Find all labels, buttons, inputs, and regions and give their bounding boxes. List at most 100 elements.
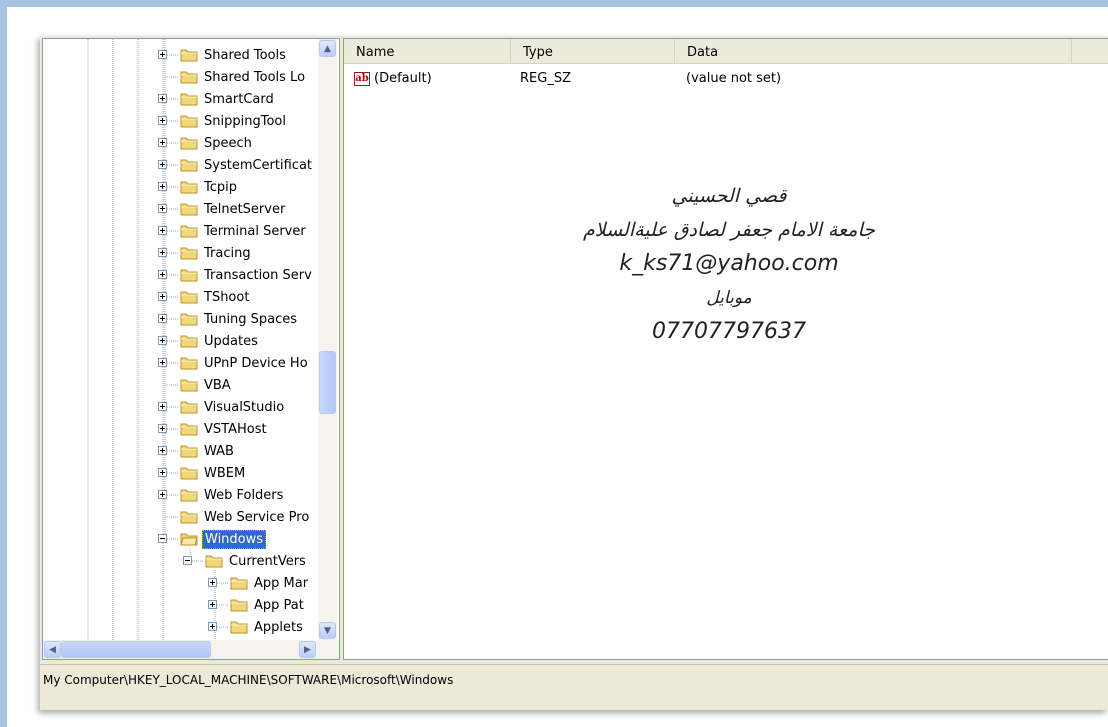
- folder-icon: [230, 599, 248, 612]
- tree-item[interactable]: WBEM: [158, 462, 247, 484]
- expand-icon[interactable]: [158, 446, 167, 455]
- value-name: (Default): [374, 71, 432, 86]
- tree-item[interactable]: Terminal Server: [158, 220, 308, 242]
- tree-item[interactable]: Tuning Spaces: [158, 308, 299, 330]
- tree-item[interactable]: UPnP Device Ho: [158, 352, 310, 374]
- tree-item-label: VSTAHost: [204, 421, 267, 437]
- expand-icon[interactable]: [158, 314, 167, 323]
- folder-icon: [180, 203, 198, 216]
- vertical-scroll-thumb[interactable]: [319, 351, 336, 414]
- expand-icon[interactable]: [158, 248, 167, 257]
- tree-item[interactable]: TelnetServer: [158, 198, 287, 220]
- tree-item-label: VBA: [204, 377, 231, 393]
- university-text: جامعة الامام جعفر لصادق عليةالسلام: [583, 219, 875, 241]
- expand-icon[interactable]: [158, 402, 167, 411]
- tree-item-label: SystemCertificat: [204, 157, 313, 173]
- scroll-down-button[interactable]: ▼: [319, 622, 336, 639]
- registry-values-pane[interactable]: Name Type Data ab (Default) REG_SZ (valu…: [343, 38, 1108, 660]
- registry-editor-window: Shared Tools Shared Tools Lo SmartCard Snip…: [40, 36, 1108, 710]
- collapse-icon[interactable]: [183, 556, 192, 565]
- tree-item[interactable]: TShoot: [158, 286, 251, 308]
- folder-icon: [180, 357, 198, 370]
- folder-icon: [180, 181, 198, 194]
- expand-icon[interactable]: [208, 600, 217, 609]
- tree-item[interactable]: Shared Tools Lo: [180, 66, 307, 88]
- expand-icon[interactable]: [158, 226, 167, 235]
- expand-icon[interactable]: [158, 160, 167, 169]
- tree-item[interactable]: WAB: [158, 440, 236, 462]
- email-text: k_ks71@yahoo.com: [619, 251, 839, 276]
- tree-item-label: WBEM: [204, 465, 246, 481]
- tree-item-label: Updates: [204, 333, 258, 349]
- expand-icon[interactable]: [158, 116, 167, 125]
- folder-icon: [230, 577, 248, 590]
- tree-item[interactable]: Shared Tools: [158, 44, 288, 66]
- column-header-data[interactable]: Data: [675, 39, 1072, 63]
- expand-icon[interactable]: [158, 204, 167, 213]
- expand-icon[interactable]: [158, 490, 167, 499]
- horizontal-scroll-thumb[interactable]: [61, 641, 211, 658]
- tree-item[interactable]: Speech: [158, 132, 254, 154]
- collapse-icon[interactable]: [158, 534, 167, 543]
- tree-vertical-scrollbar[interactable]: ▲ ▼: [318, 39, 337, 640]
- tree-horizontal-scrollbar[interactable]: ◀ ▶: [43, 640, 339, 659]
- tree-item[interactable]: Tracing: [158, 242, 253, 264]
- scroll-right-button[interactable]: ▶: [299, 641, 316, 658]
- mobile-label-text: موبايل: [706, 288, 752, 308]
- column-header-name[interactable]: Name: [344, 39, 511, 63]
- expand-icon[interactable]: [208, 578, 217, 587]
- folder-icon: [180, 115, 198, 128]
- tree-item[interactable]: App Mar: [208, 572, 310, 594]
- tree-item-label: Web Service Pro: [204, 509, 310, 525]
- scroll-up-button[interactable]: ▲: [319, 40, 336, 57]
- expand-icon[interactable]: [208, 622, 217, 631]
- expand-icon[interactable]: [158, 182, 167, 191]
- column-header-bar: Name Type Data: [344, 39, 1108, 64]
- folder-icon: [180, 71, 198, 84]
- expand-icon[interactable]: [158, 424, 167, 433]
- tree-item[interactable]: Transaction Serv: [158, 264, 314, 286]
- tree-item[interactable]: Updates: [158, 330, 260, 352]
- scroll-left-button[interactable]: ◀: [44, 641, 61, 658]
- registry-tree-pane[interactable]: Shared Tools Shared Tools Lo SmartCard Snip…: [42, 38, 340, 660]
- expand-icon[interactable]: [158, 50, 167, 59]
- tree-item[interactable]: Web Folders: [158, 484, 285, 506]
- folder-icon: [180, 445, 198, 458]
- column-header-type[interactable]: Type: [511, 39, 675, 63]
- tree-item[interactable]: VisualStudio: [158, 396, 286, 418]
- expand-icon[interactable]: [158, 138, 167, 147]
- folder-icon: [180, 49, 198, 62]
- desktop-border-top: [0, 0, 1108, 7]
- expand-icon[interactable]: [158, 358, 167, 367]
- tree-item-label: CurrentVers: [229, 553, 306, 569]
- tree-item[interactable]: App Pat: [208, 594, 306, 616]
- tree-item[interactable]: Tcpip: [158, 176, 239, 198]
- tree-item[interactable]: Applets: [208, 616, 305, 638]
- folder-icon: [180, 467, 198, 480]
- expand-icon[interactable]: [158, 94, 167, 103]
- tree-item-label: Applets: [254, 619, 303, 635]
- tree-item-label: App Pat: [254, 597, 304, 613]
- tree-item-label: SmartCard: [204, 91, 274, 107]
- tree-item[interactable]: Web Service Pro: [180, 506, 311, 528]
- folder-icon: [180, 401, 198, 414]
- expand-icon[interactable]: [158, 292, 167, 301]
- tree-item-label: TShoot: [204, 289, 250, 305]
- tree-item[interactable]: SystemCertificat: [158, 154, 314, 176]
- registry-value-row[interactable]: ab (Default) REG_SZ (value not set): [344, 69, 1108, 89]
- author-name-text: قصي الحسيني: [671, 185, 787, 207]
- expand-icon[interactable]: [158, 336, 167, 345]
- tree-item[interactable]: VSTAHost: [158, 418, 269, 440]
- tree-item-label: Windows: [202, 529, 267, 549]
- tree-item[interactable]: SmartCard: [158, 88, 276, 110]
- expand-icon[interactable]: [158, 270, 167, 279]
- tree-item[interactable]: VBA: [180, 374, 233, 396]
- tree-item[interactable]: CurrentVers: [183, 550, 308, 572]
- tree-item[interactable]: Windows: [158, 528, 267, 550]
- tree-item-label: Transaction Serv: [204, 267, 312, 283]
- string-value-icon: ab: [354, 72, 370, 86]
- folder-icon: [205, 555, 223, 568]
- expand-icon[interactable]: [158, 468, 167, 477]
- tree-item-label: Shared Tools: [204, 47, 286, 63]
- tree-item[interactable]: SnippingTool: [158, 110, 288, 132]
